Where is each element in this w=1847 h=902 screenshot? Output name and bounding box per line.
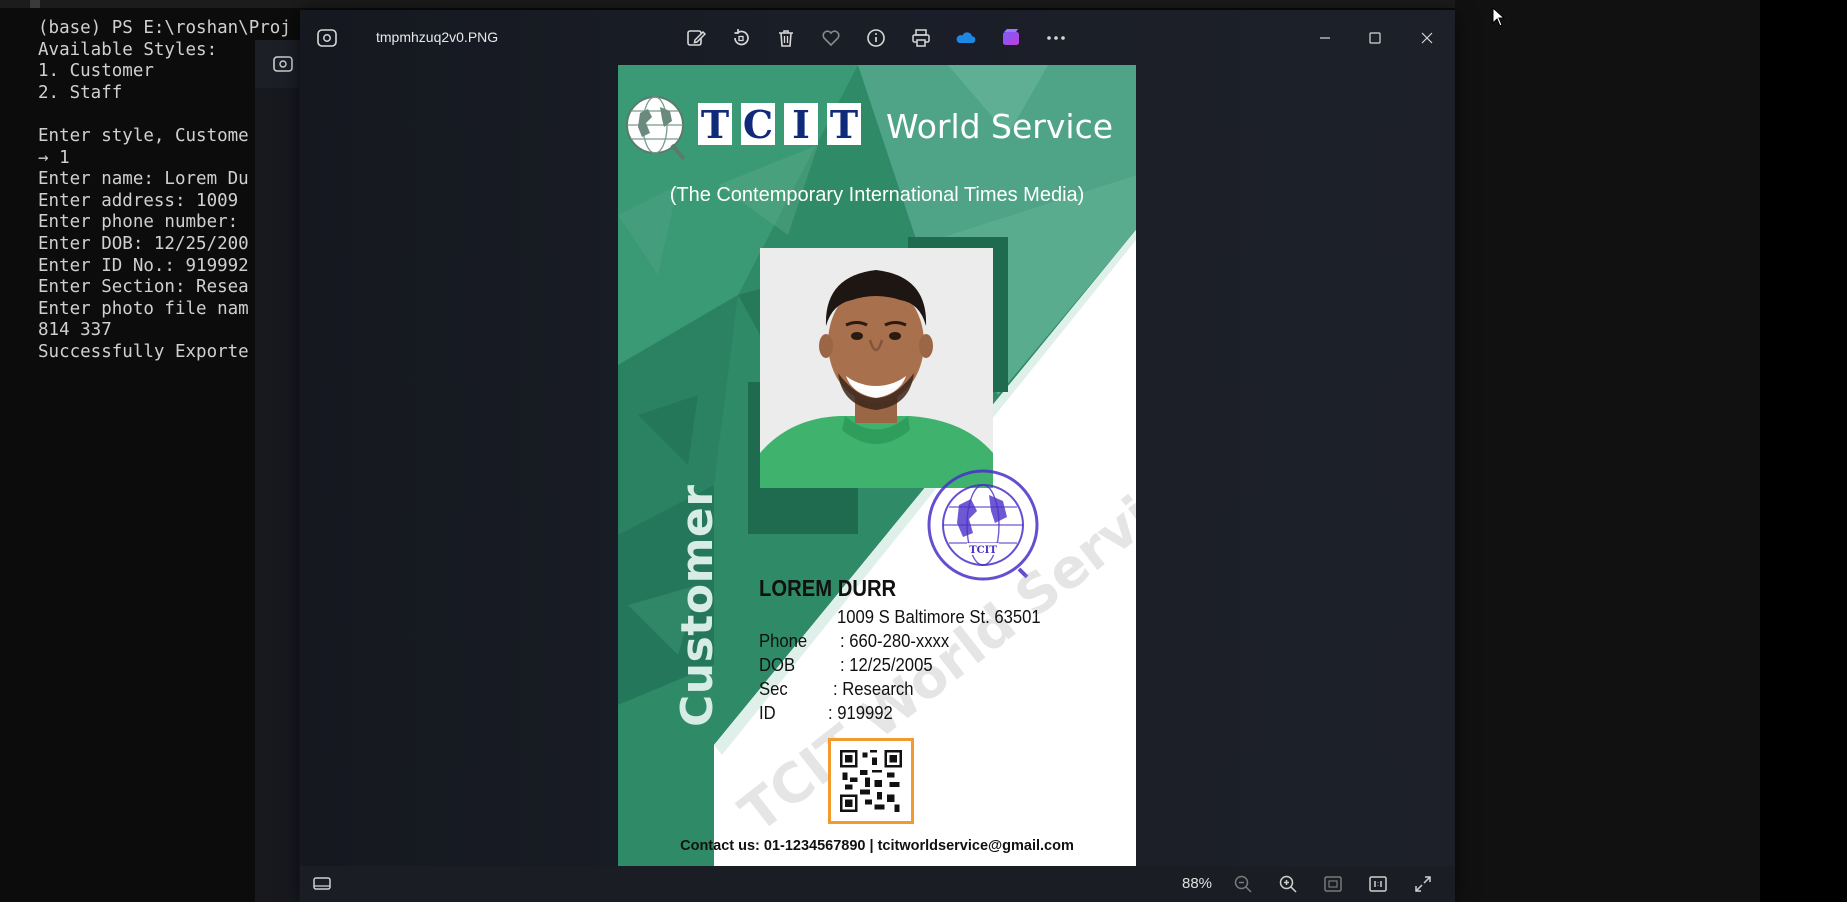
maximize-icon [1369, 32, 1381, 44]
close-icon [1421, 32, 1433, 44]
delete-icon[interactable] [774, 26, 798, 50]
section-value: : Research [833, 678, 914, 699]
filmstrip-icon[interactable] [310, 872, 334, 896]
terminal-line: (base) PS E:\roshan\Proj [38, 18, 291, 38]
brand-letter: I [784, 103, 818, 147]
terminal-line: Enter ID No.: 919992 [38, 255, 249, 276]
photos-app-icon [273, 56, 293, 72]
info-icon[interactable] [864, 26, 888, 50]
holder-address: 1009 S Baltimore St. 63501 [837, 606, 1041, 627]
id-value: : 919992 [828, 702, 893, 723]
actual-size-icon[interactable] [1366, 872, 1390, 896]
zoom-out-icon[interactable] [1231, 872, 1255, 896]
mouse-cursor-icon [1492, 6, 1506, 27]
phone-value: : 660-280-xxxx [840, 630, 950, 651]
terminal-line: 2. Staff [38, 82, 123, 103]
print-icon[interactable] [909, 26, 933, 50]
brand-subtitle: (The Contemporary International Times Me… [669, 184, 1085, 206]
dob-value: : 12/25/2005 [840, 654, 933, 675]
terminal-line: Enter phone number: [38, 212, 249, 233]
stamp-center-text: TCIT [969, 545, 997, 556]
statusbar: 88% [300, 866, 1455, 902]
terminal-tab[interactable] [30, 0, 40, 8]
globe-logo-icon [622, 93, 692, 163]
terminal-output: (base) PS E:\roshan\Proj Available Styles… [38, 18, 291, 364]
brand-letter: C [741, 102, 775, 147]
terminal-line: 814 337 [38, 320, 112, 341]
terminal-line: Enter DOB: 12/25/200 [38, 233, 249, 254]
zoom-in-icon[interactable] [1276, 872, 1300, 896]
terminal-line: → 1 [38, 147, 70, 168]
minimize-icon [1320, 37, 1330, 39]
clipchamp-icon[interactable] [999, 26, 1023, 50]
terminal-line: Enter Section: Resea [38, 277, 249, 298]
terminal-line: Enter style, Custome [38, 125, 249, 146]
screen-edge [1760, 0, 1847, 902]
id-label: ID [759, 702, 776, 723]
brand-letter: T [698, 103, 732, 147]
brand-service-text: World Service [886, 107, 1114, 146]
minimize-button[interactable] [1310, 24, 1340, 52]
file-name: tmpmhzuq2v0.PNG [376, 29, 499, 45]
qr-code-icon [828, 738, 914, 824]
zoom-level[interactable]: 88% [1182, 875, 1212, 892]
section-label: Sec [759, 678, 788, 699]
desktop-background [1455, 0, 1760, 902]
terminal-line: Successfully Exporte [38, 341, 249, 362]
edit-icon[interactable] [684, 26, 708, 50]
terminal-line: Enter address: 1009 [38, 190, 249, 211]
brand-header: T C I T World Service [622, 93, 1132, 163]
id-card-image: T C I T World Service (The Contemporary … [618, 65, 1136, 867]
card-type-label: Customer [672, 484, 723, 727]
fit-icon[interactable] [1321, 872, 1345, 896]
terminal-line: Available Styles: [38, 39, 218, 60]
background-window-pane [255, 88, 299, 902]
dob-label: DOB [759, 654, 796, 675]
holder-name: LOREM DURR [759, 575, 897, 601]
profile-photo [760, 248, 993, 488]
more-icon[interactable] [1044, 26, 1068, 50]
photo-viewer-window[interactable]: tmpmhzuq2v0.PNG T C I T World Service (T… [300, 10, 1455, 902]
maximize-button[interactable] [1360, 24, 1390, 52]
contact-line: Contact us: 01-1234567890 | tcitworldser… [680, 838, 1074, 854]
close-button[interactable] [1412, 24, 1442, 52]
brand-letter: T [827, 103, 861, 147]
onedrive-icon[interactable] [954, 26, 978, 50]
photos-app-icon [317, 29, 337, 47]
terminal-line: Enter photo file nam [38, 298, 249, 319]
terminal-line: 1. Customer [38, 61, 154, 82]
terminal-line: Enter name: Lorem Du [38, 169, 249, 190]
titlebar[interactable]: tmpmhzuq2v0.PNG [300, 10, 1455, 66]
fullscreen-icon[interactable] [1411, 872, 1435, 896]
rotate-icon[interactable] [729, 26, 753, 50]
phone-label: Phone [759, 630, 808, 651]
favorite-icon[interactable] [819, 26, 843, 50]
